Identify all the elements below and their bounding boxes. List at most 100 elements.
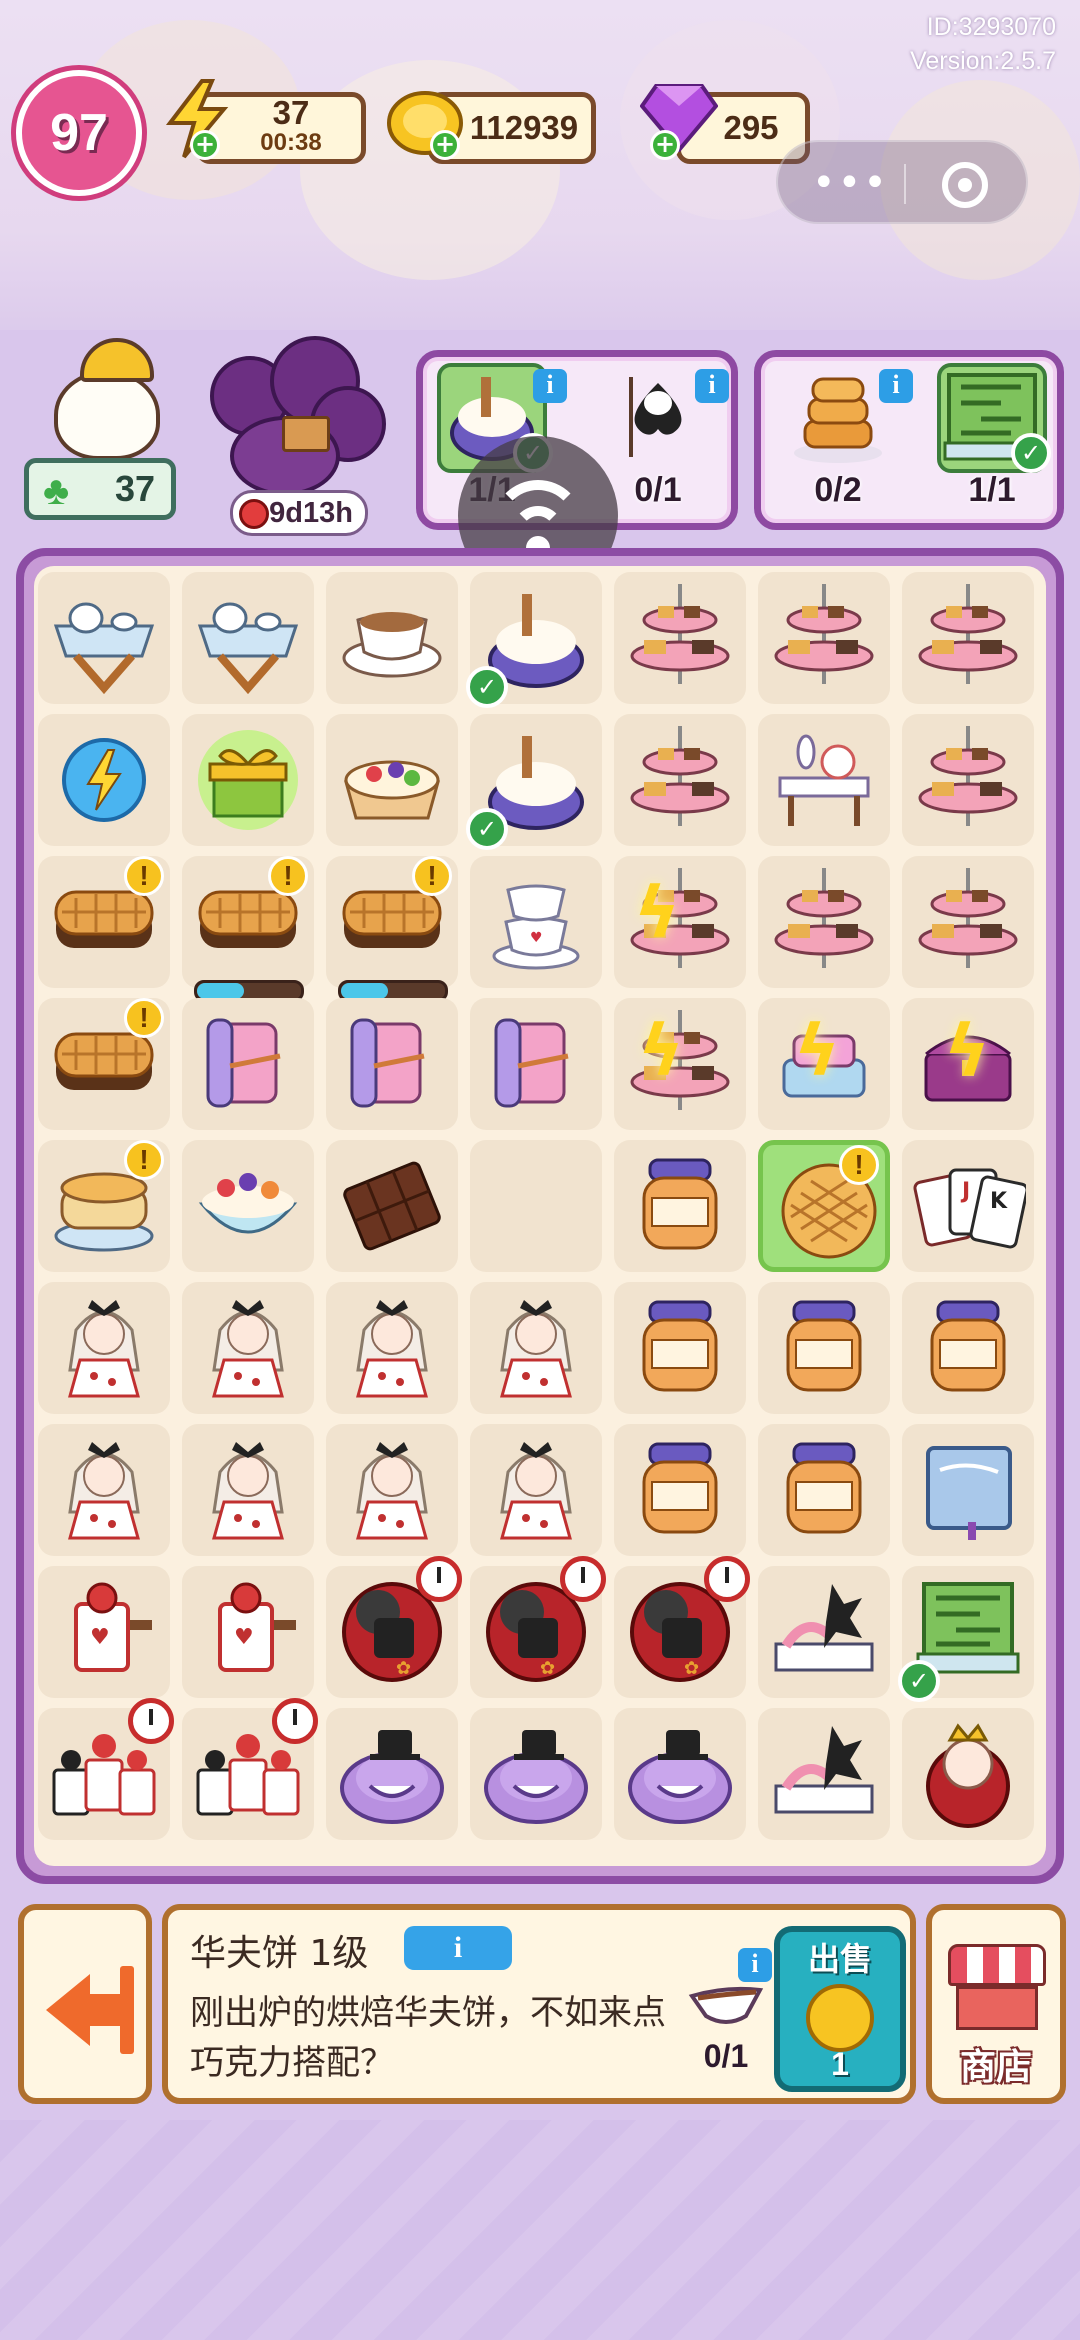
shop-button[interactable]: 商店 [926,1904,1066,2104]
add-energy-button[interactable]: + [190,130,220,160]
board-cell[interactable] [326,1708,458,1840]
cake-stand-icon[interactable] [910,580,1026,696]
cake-stand-icon[interactable] [910,864,1026,980]
board-cell[interactable]: ✓ [898,1566,1034,1702]
board-cell[interactable]: ! [182,856,314,1002]
info-icon[interactable]: i [738,1948,772,1982]
cheshire-cat-icon[interactable] [622,1716,738,1832]
item-info-button[interactable]: i [404,1926,512,1970]
add-coins-button[interactable]: + [430,130,460,160]
cake-stand-icon[interactable] [622,722,738,838]
alice-doll-icon[interactable] [46,1290,162,1406]
board-cell[interactable]: ✿ [614,1556,750,1698]
cake-stand-icon[interactable] [766,864,882,980]
board-cell[interactable] [326,1282,458,1414]
card-soldier-icon[interactable]: ♥ [46,1574,162,1690]
board-cell[interactable] [38,714,170,846]
energy-orb-icon[interactable] [46,722,162,838]
sell-button[interactable]: 出售 1 [774,1926,906,2092]
board-cell[interactable]: ✓ [466,714,602,850]
playing-cards-icon[interactable]: JK [910,1148,1029,1264]
board-cell[interactable]: ♥ [470,856,602,988]
board-cell[interactable] [902,714,1034,846]
more-icon[interactable]: ••• [812,160,889,206]
board-cell[interactable] [902,1708,1034,1840]
board-cell[interactable] [470,1424,602,1556]
board-cell[interactable] [182,1140,314,1272]
board-cell[interactable] [470,1140,602,1272]
board-cell[interactable]: ! [38,856,170,988]
gift-box-icon[interactable] [190,722,306,838]
add-gems-button[interactable]: + [650,130,680,160]
cheshire-cat-icon[interactable] [334,1716,450,1832]
coffee-cup-icon[interactable] [334,580,450,696]
alice-doll-icon[interactable] [46,1432,162,1548]
builder-character[interactable]: ♣ 37 [24,330,180,530]
event-tree-icon[interactable] [200,336,390,506]
board-cell[interactable] [758,572,890,704]
board-cell[interactable] [182,1424,314,1556]
board-cell[interactable] [614,714,746,846]
board-cell[interactable]: ♥ [182,1566,314,1698]
board-cell[interactable] [758,1566,890,1698]
exit-button[interactable] [18,1904,152,2104]
board-cell[interactable] [758,714,890,846]
board-cell[interactable] [470,998,602,1130]
board-cell[interactable] [182,998,314,1130]
jam-jar-icon[interactable] [766,1290,882,1406]
board-cell[interactable] [614,1282,746,1414]
alice-doll-icon[interactable] [478,1290,594,1406]
board-cell[interactable] [38,1698,174,1840]
board-cell[interactable] [326,714,458,846]
board-cell[interactable] [902,572,1034,704]
board-cell[interactable] [182,714,314,846]
board-cell[interactable] [758,1424,890,1556]
board-cell[interactable] [758,1708,890,1840]
storybook-icon[interactable] [910,1432,1026,1548]
board-cell[interactable]: ! [758,1140,890,1272]
board-cell[interactable] [38,572,170,704]
board-cell[interactable] [38,1424,170,1556]
card-soldier-icon[interactable]: ♥ [190,1574,306,1690]
info-icon[interactable]: i [533,369,567,403]
paper-scroll-icon[interactable] [190,1006,306,1122]
board-cell[interactable] [326,572,458,704]
alice-doll-icon[interactable] [334,1432,450,1548]
board-cell[interactable] [614,1140,746,1272]
board-cell[interactable] [758,1282,890,1414]
board-cell[interactable] [902,1282,1034,1414]
level-badge[interactable]: 97 [16,70,142,196]
alice-doll-icon[interactable] [190,1290,306,1406]
jam-jar-icon[interactable] [766,1432,882,1548]
paper-scroll-icon[interactable] [334,1006,450,1122]
board-cell[interactable] [326,1140,458,1272]
requirement-item[interactable]: i 0/1 [686,1948,772,2076]
board-cell[interactable] [614,572,746,704]
board-cell[interactable] [182,1698,318,1840]
chocolate-bar-icon[interactable] [334,1148,450,1264]
close-circle-icon[interactable] [942,162,988,208]
order-item[interactable]: ✓ 1/1 [937,363,1051,523]
board-cell[interactable]: ♥ [38,1566,170,1698]
flamingo-book-icon[interactable] [766,1716,882,1832]
alice-doll-icon[interactable] [334,1290,450,1406]
cake-stand-icon[interactable] [622,580,738,696]
jam-jar-icon[interactable] [622,1432,738,1548]
red-queen-icon[interactable] [910,1716,1026,1832]
tea-table-icon[interactable] [46,580,162,696]
alice-doll-icon[interactable] [478,1432,594,1548]
jam-jar-icon[interactable] [622,1148,738,1264]
board-cell[interactable]: ✿ [326,1556,462,1698]
alice-doll-icon[interactable] [190,1432,306,1548]
board-cell[interactable]: ✓ [466,572,602,708]
board-cell[interactable] [182,572,314,704]
board-cell[interactable] [902,856,1034,988]
cake-stand-icon[interactable] [910,722,1026,838]
board-cell[interactable] [614,1708,746,1840]
board-cell[interactable] [470,1708,602,1840]
jam-jar-icon[interactable] [622,1290,738,1406]
teacup-stack-icon[interactable]: ♥ [478,864,594,980]
jam-jar-icon[interactable] [910,1290,1026,1406]
info-icon[interactable]: i [879,369,913,403]
tea-party-table-icon[interactable] [766,722,882,838]
